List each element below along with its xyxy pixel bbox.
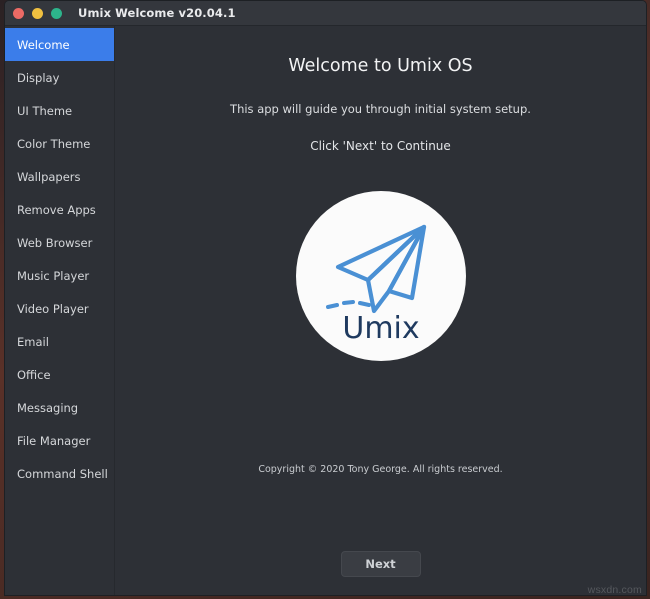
sidebar-item-color-theme[interactable]: Color Theme	[5, 127, 114, 160]
sidebar-item-label: Messaging	[17, 400, 79, 415]
sidebar-item-file-manager[interactable]: File Manager	[5, 424, 114, 457]
maximize-button[interactable]	[51, 7, 62, 19]
sidebar-item-label: UI Theme	[17, 103, 73, 118]
sidebar-item-label: Office	[17, 367, 51, 382]
sidebar-item-remove-apps[interactable]: Remove Apps	[5, 193, 114, 226]
main-content: Welcome to Umix OS This app will guide y…	[115, 26, 646, 595]
umix-welcome-window: Umix Welcome v20.04.1 Welcome Display UI…	[4, 0, 647, 596]
sidebar-item-label: File Manager	[17, 433, 91, 448]
sidebar-item-display[interactable]: Display	[5, 61, 114, 94]
sidebar-item-label: Welcome	[17, 37, 70, 52]
page-description: This app will guide you through initial …	[230, 102, 531, 116]
window-body: Welcome Display UI Theme Color Theme Wal…	[5, 26, 646, 595]
sidebar-nav: Welcome Display UI Theme Color Theme Wal…	[5, 26, 115, 595]
sidebar-item-web-browser[interactable]: Web Browser	[5, 226, 114, 259]
sidebar-item-label: Email	[17, 334, 49, 349]
sidebar-item-label: Web Browser	[17, 235, 93, 250]
svg-text:Umix: Umix	[342, 311, 419, 346]
window-titlebar[interactable]: Umix Welcome v20.04.1	[5, 1, 646, 26]
sidebar-item-label: Remove Apps	[17, 202, 96, 217]
sidebar-item-email[interactable]: Email	[5, 325, 114, 358]
sidebar-item-music-player[interactable]: Music Player	[5, 259, 114, 292]
copyright-notice: Copyright © 2020 Tony George. All rights…	[258, 464, 503, 475]
next-button[interactable]: Next	[340, 551, 421, 577]
window-controls	[13, 7, 62, 19]
sidebar-item-label: Music Player	[17, 268, 90, 283]
sidebar-item-label: Video Player	[17, 301, 89, 316]
sidebar-item-label: Color Theme	[17, 136, 91, 151]
sidebar-item-office[interactable]: Office	[5, 358, 114, 391]
minimize-button[interactable]	[32, 7, 43, 19]
sidebar-item-label: Command Shell	[17, 466, 108, 481]
sidebar-item-video-player[interactable]: Video Player	[5, 292, 114, 325]
close-button[interactable]	[13, 7, 24, 19]
umix-paper-plane-logo: Umix	[295, 191, 466, 361]
watermark: wsxdn.com	[587, 584, 642, 596]
sidebar-item-messaging[interactable]: Messaging	[5, 391, 114, 424]
sidebar-item-welcome[interactable]: Welcome	[5, 28, 114, 61]
sidebar-item-ui-theme[interactable]: UI Theme	[5, 94, 114, 127]
sidebar-item-label: Wallpapers	[17, 169, 81, 184]
sidebar-item-label: Display	[17, 70, 60, 85]
window-title: Umix Welcome v20.04.1	[78, 6, 236, 20]
page-title: Welcome to Umix OS	[288, 56, 473, 76]
footer-actions: Next	[115, 551, 646, 577]
page-instruction: Click 'Next' to Continue	[310, 139, 451, 153]
sidebar-item-wallpapers[interactable]: Wallpapers	[5, 160, 114, 193]
sidebar-item-command-shell[interactable]: Command Shell	[5, 457, 114, 490]
